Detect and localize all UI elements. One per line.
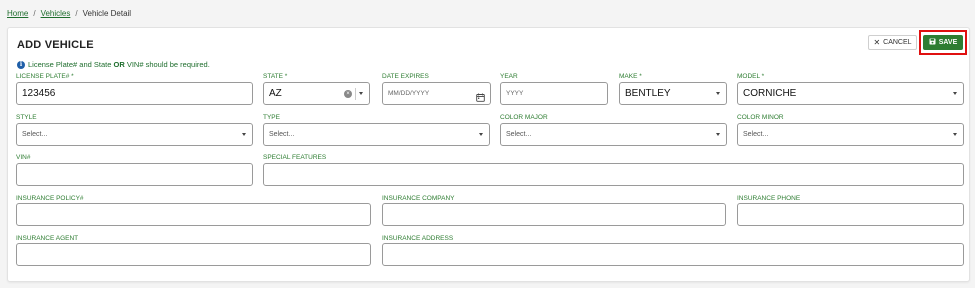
clear-icon[interactable]: × [344, 90, 352, 98]
breadcrumb-current: Vehicle Detail [82, 9, 132, 18]
notice-or: OR [113, 60, 125, 69]
breadcrumb-separator: / [33, 9, 36, 18]
chevron-down-icon [716, 92, 720, 95]
model-value: CORNICHE [743, 88, 797, 99]
insurance-company-input[interactable] [382, 203, 726, 226]
color-minor-select[interactable]: Select... [737, 123, 964, 146]
color-major-label: COLOR MAJOR [500, 114, 548, 121]
vin-label: VIN# [16, 154, 31, 161]
floppy-disk-icon [929, 38, 936, 47]
year-input[interactable]: YYYY [500, 82, 608, 105]
chevron-down-icon [953, 92, 957, 95]
insurance-agent-label: INSURANCE AGENT [16, 235, 79, 242]
cancel-button-label: CANCEL [883, 39, 912, 46]
save-button-label: SAVE [938, 39, 958, 46]
model-select[interactable]: CORNICHE [737, 82, 964, 105]
color-minor-label: COLOR MINOR [737, 114, 784, 121]
year-placeholder: YYYY [506, 90, 524, 97]
type-placeholder: Select... [269, 131, 295, 138]
type-select[interactable]: Select... [263, 123, 490, 146]
breadcrumb-home-link[interactable]: Home [7, 9, 28, 18]
license-plate-value: 123456 [22, 88, 56, 99]
info-icon: i [17, 60, 25, 69]
color-minor-placeholder: Select... [743, 131, 769, 138]
close-icon: ✕ [873, 37, 881, 47]
license-plate-label: LICENSE PLATE# * [16, 73, 74, 80]
insurance-phone-label: INSURANCE PHONE [737, 195, 801, 202]
license-plate-input[interactable]: 123456 [16, 82, 253, 105]
calendar-icon[interactable] [476, 89, 485, 107]
chevron-down-icon [242, 133, 246, 136]
required-notice: i License Plate# and State OR VIN# shoul… [17, 60, 210, 69]
date-expires-input[interactable]: MM/DD/YYYY [382, 82, 491, 105]
special-features-input[interactable] [263, 163, 964, 186]
vehicle-form-card: ADD VEHICLE ✕ CANCEL SAVE i License Plat… [7, 27, 970, 282]
vin-input[interactable] [16, 163, 253, 186]
cancel-button[interactable]: ✕ CANCEL [868, 35, 917, 50]
color-major-placeholder: Select... [506, 131, 532, 138]
breadcrumb-separator: / [75, 9, 78, 18]
state-select[interactable]: AZ × [263, 82, 370, 105]
chevron-down-icon [716, 133, 720, 136]
make-label: MAKE * [619, 73, 642, 80]
insurance-phone-input[interactable] [737, 203, 964, 226]
page-title: ADD VEHICLE [17, 39, 94, 51]
date-expires-label: DATE EXPIRES [382, 73, 429, 80]
state-value: AZ [269, 88, 282, 99]
select-divider [355, 88, 356, 100]
type-label: TYPE [263, 114, 280, 121]
make-select[interactable]: BENTLEY [619, 82, 727, 105]
make-value: BENTLEY [625, 88, 671, 99]
date-expires-placeholder: MM/DD/YYYY [388, 90, 430, 97]
style-select[interactable]: Select... [16, 123, 253, 146]
notice-text: VIN# should be required. [124, 60, 210, 69]
style-label: STYLE [16, 114, 37, 121]
year-label: YEAR [500, 73, 518, 80]
breadcrumb-vehicles-link[interactable]: Vehicles [41, 9, 71, 18]
state-label: STATE * [263, 73, 288, 80]
chevron-down-icon [953, 133, 957, 136]
insurance-policy-label: INSURANCE POLICY# [16, 195, 84, 202]
insurance-company-label: INSURANCE COMPANY [382, 195, 455, 202]
style-placeholder: Select... [22, 131, 48, 138]
special-features-label: SPECIAL FEATURES [263, 154, 327, 161]
save-button[interactable]: SAVE [923, 35, 963, 50]
breadcrumb: Home / Vehicles / Vehicle Detail [7, 9, 131, 18]
insurance-agent-input[interactable] [16, 243, 371, 266]
insurance-policy-input[interactable] [16, 203, 371, 226]
notice-text: License Plate# and State [28, 60, 114, 69]
color-major-select[interactable]: Select... [500, 123, 727, 146]
chevron-down-icon [359, 92, 363, 95]
insurance-address-input[interactable] [382, 243, 964, 266]
chevron-down-icon [479, 133, 483, 136]
model-label: MODEL * [737, 73, 765, 80]
insurance-address-label: INSURANCE ADDRESS [382, 235, 454, 242]
